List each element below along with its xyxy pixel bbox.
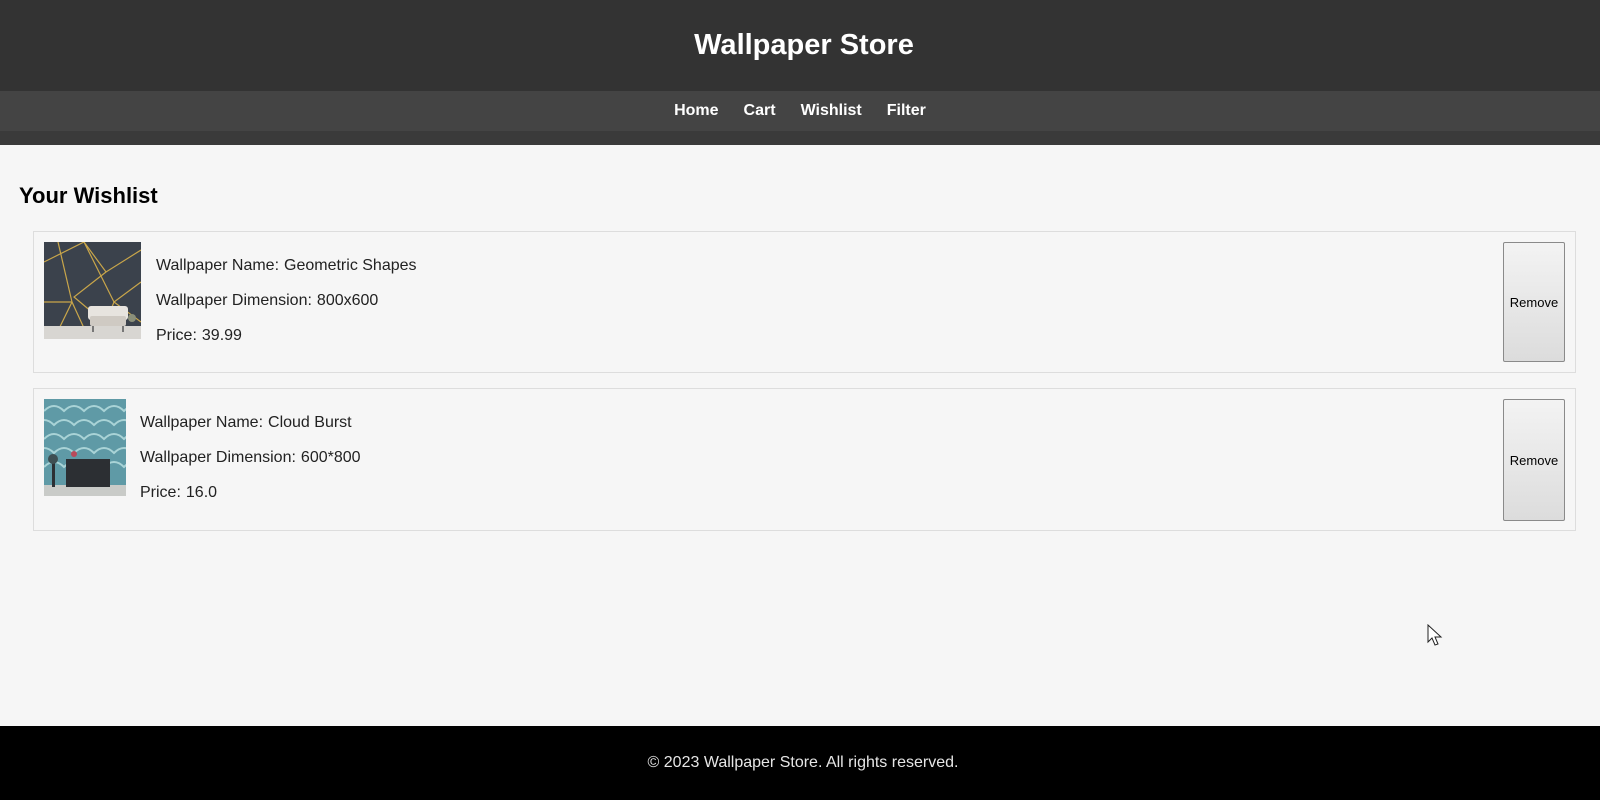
wallpaper-name-label: Wallpaper Name:	[156, 257, 280, 274]
wallpaper-price-line: Price: 39.99	[156, 327, 417, 344]
wallpaper-dimension-line: Wallpaper Dimension: 600*800	[140, 449, 361, 466]
wallpaper-dimension-label: Wallpaper Dimension:	[140, 449, 296, 466]
wishlist-items: Wallpaper Name: Geometric Shapes Wallpape…	[33, 231, 1576, 546]
wallpaper-price-value: 39.99	[201, 327, 242, 344]
wallpaper-details: Wallpaper Name: Geometric Shapes Wallpape…	[156, 257, 417, 362]
copyright-text: © 2023 Wallpaper Store. All rights reser…	[647, 754, 959, 771]
wallpaper-name-value: Cloud Burst	[268, 414, 352, 431]
wallpaper-name-line: Wallpaper Name: Geometric Shapes	[156, 257, 417, 274]
cloud-burst-wallpaper-image	[44, 399, 126, 496]
main-nav: Home Cart Wishlist Filter	[0, 91, 1600, 131]
wallpaper-price-label: Price:	[156, 327, 197, 344]
wallpaper-thumbnail	[44, 399, 126, 496]
wallpaper-price-line: Price: 16.0	[140, 484, 361, 501]
wallpaper-dimension-label: Wallpaper Dimension:	[156, 292, 312, 309]
mouse-pointer-icon	[1427, 624, 1443, 646]
wallpaper-dimension-line: Wallpaper Dimension: 800x600	[156, 292, 417, 309]
wishlist-heading: Your Wishlist	[19, 183, 158, 208]
site-footer: © 2023 Wallpaper Store. All rights reser…	[0, 726, 1600, 800]
wallpaper-name-value: Geometric Shapes	[284, 257, 417, 274]
wishlist-item: Wallpaper Name: Cloud Burst Wallpaper Dim…	[33, 388, 1576, 531]
wallpaper-thumbnail	[44, 242, 141, 339]
nav-wishlist-link[interactable]: Wishlist	[801, 102, 862, 120]
page: Wallpaper Store Home Cart Wishlist Filte…	[0, 0, 1600, 800]
wallpaper-price-label: Price:	[140, 484, 181, 501]
nav-divider	[0, 131, 1600, 145]
wallpaper-dimension-value: 800x600	[316, 292, 379, 309]
wallpaper-details: Wallpaper Name: Cloud Burst Wallpaper Dim…	[140, 414, 361, 519]
remove-button[interactable]: Remove	[1503, 399, 1565, 521]
nav-filter-link[interactable]: Filter	[887, 102, 926, 120]
nav-home-link[interactable]: Home	[674, 102, 718, 120]
wishlist-item: Wallpaper Name: Geometric Shapes Wallpape…	[33, 231, 1576, 373]
wallpaper-name-label: Wallpaper Name:	[140, 414, 264, 431]
wallpaper-name-line: Wallpaper Name: Cloud Burst	[140, 414, 361, 431]
site-header: Wallpaper Store	[0, 0, 1600, 91]
wallpaper-price-value: 16.0	[185, 484, 218, 501]
site-title: Wallpaper Store	[694, 29, 914, 61]
remove-button[interactable]: Remove	[1503, 242, 1565, 362]
wallpaper-dimension-value: 600*800	[300, 449, 361, 466]
geometric-wallpaper-image	[44, 242, 141, 339]
nav-cart-link[interactable]: Cart	[744, 102, 776, 120]
